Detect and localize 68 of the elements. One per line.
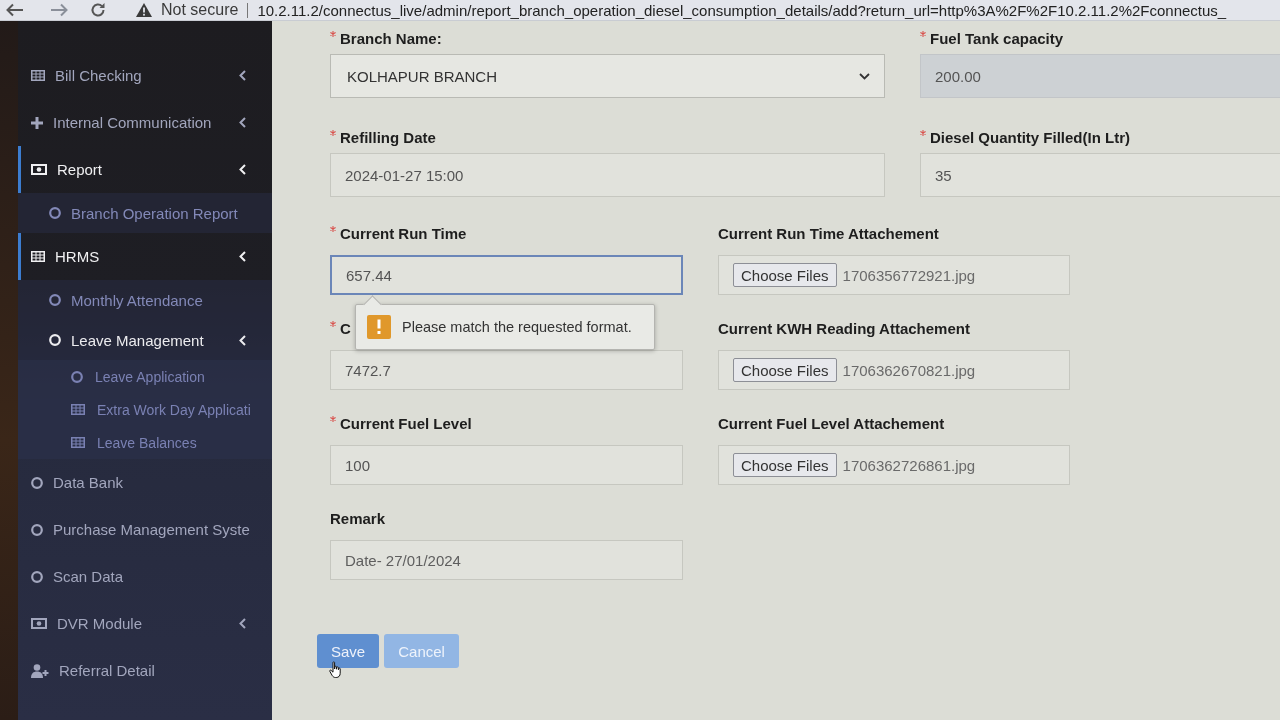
field-label: Current Run Time Attachement xyxy=(718,225,939,242)
banknote-icon xyxy=(31,618,47,629)
sidebar-item[interactable]: Monthly Attendance xyxy=(18,280,272,320)
choose-files-button[interactable]: Choose Files xyxy=(733,263,837,287)
sidebar-item[interactable]: DVR Module xyxy=(18,600,272,647)
field-label: Current KWH Reading Attachement xyxy=(718,320,970,337)
circle-icon xyxy=(49,334,61,346)
file-name: 1706362670821.jpg xyxy=(842,361,976,379)
file-field[interactable]: Choose Files 1706362670821.jpg xyxy=(718,350,1070,390)
sidebar-item[interactable]: Bill Checking xyxy=(18,52,272,99)
security-label[interactable]: Not secure xyxy=(161,1,239,19)
grid-icon xyxy=(71,437,85,448)
select-field[interactable]: KOLHAPUR BRANCH xyxy=(330,54,885,98)
caret-down-icon xyxy=(859,72,870,80)
text-field[interactable]: 35 xyxy=(920,153,1280,197)
sidebar-item[interactable]: Internal Communication xyxy=(18,99,272,146)
sidebar-item[interactable]: Leave Balances xyxy=(18,426,272,459)
field-label: Refilling Date xyxy=(340,129,436,146)
plus-icon xyxy=(31,116,43,129)
circle-icon xyxy=(71,370,83,383)
circle-icon xyxy=(31,570,43,583)
choose-files-button[interactable]: Choose Files xyxy=(733,358,837,382)
circle-icon xyxy=(31,476,43,489)
field-label: C xyxy=(340,320,351,337)
sidebar-item[interactable]: Report xyxy=(18,146,272,193)
sidebar-item[interactable]: Scan Data xyxy=(18,553,272,600)
circle-icon xyxy=(49,207,61,219)
circle-icon xyxy=(49,294,61,306)
sidebar-item[interactable]: Branch Operation Report xyxy=(18,193,272,233)
field-label: Current Fuel Level Attachement xyxy=(718,415,945,432)
tooltip-message: Please match the requested format. xyxy=(402,319,632,335)
sidebar-item[interactable]: Leave Management xyxy=(18,320,272,360)
file-field[interactable]: Choose Files 1706356772921.jpg xyxy=(718,255,1070,295)
user-plus-icon xyxy=(31,663,49,678)
field-label: Current Run Time xyxy=(340,225,467,242)
banknote-icon xyxy=(31,164,47,175)
sidebar-item[interactable]: Leave Application xyxy=(18,360,272,393)
sidebar-item[interactable]: Extra Work Day Applicati xyxy=(18,393,272,426)
hand-cursor-icon xyxy=(329,661,343,679)
choose-files-button[interactable]: Choose Files xyxy=(733,453,837,477)
field-label: Diesel Quantity Filled(In Ltr) xyxy=(930,129,1131,146)
file-name: 1706362726861.jpg xyxy=(842,456,976,474)
sidebar-item[interactable]: Purchase Management Syste xyxy=(18,506,272,553)
grid-icon xyxy=(31,70,45,81)
field-label: Branch Name: xyxy=(340,30,442,47)
field-label: Remark xyxy=(330,510,386,527)
textarea-field[interactable]: Date- 27/01/2024 xyxy=(330,540,683,580)
field-label: Fuel Tank capacity xyxy=(930,30,1064,47)
text-field[interactable]: 100 xyxy=(330,445,683,485)
circle-icon xyxy=(31,523,43,536)
grid-icon xyxy=(71,404,85,415)
file-name: 1706356772921.jpg xyxy=(842,266,976,284)
text-field[interactable]: 2024-01-27 15:00 xyxy=(330,153,885,197)
back-arrow-icon[interactable] xyxy=(6,3,24,17)
reload-icon[interactable] xyxy=(90,2,106,18)
warning-icon xyxy=(367,315,391,339)
url-text[interactable]: 10.2.11.2/connectus_live/admin/report_branch_operation_diesel_consumption_details/add?return_url=http%3A%2F%2F10.2.11.2%2Fconnectus_ xyxy=(257,1,1227,19)
file-field[interactable]: Choose Files 1706362726861.jpg xyxy=(718,445,1070,485)
forward-arrow-icon[interactable] xyxy=(50,3,68,17)
sidebar-item[interactable]: Referral Detail xyxy=(18,647,272,694)
text-field[interactable]: 200.00 xyxy=(920,54,1280,98)
field-label: Current Fuel Level xyxy=(340,415,472,432)
text-field[interactable]: 657.44 xyxy=(330,255,683,295)
sidebar-item[interactable]: HRMS xyxy=(18,233,272,280)
text-field[interactable]: 7472.7 xyxy=(330,350,683,390)
sidebar-item[interactable]: Data Bank xyxy=(18,459,272,506)
warning-triangle-icon[interactable] xyxy=(136,3,152,17)
grid-icon xyxy=(31,251,45,262)
